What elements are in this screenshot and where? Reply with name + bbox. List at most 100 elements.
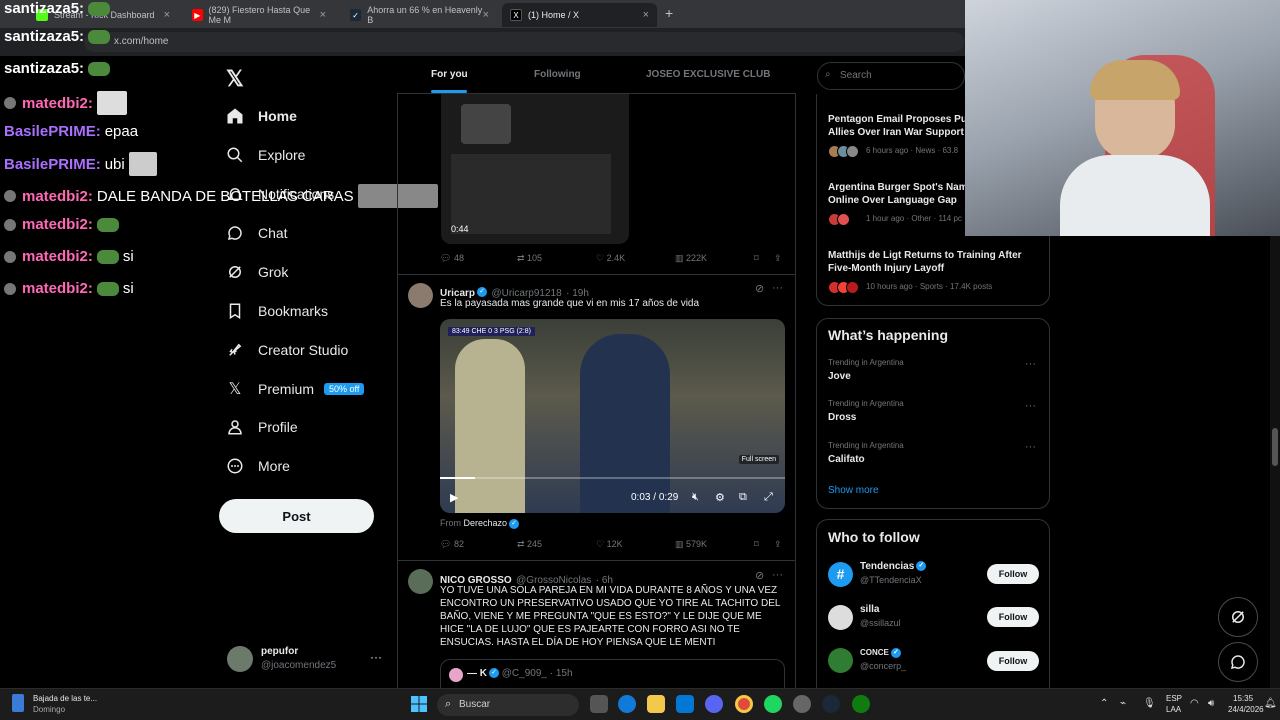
video-player[interactable]: 83:49 CHE 0 3 PSG (2:8) Full screen ▶ 0:… bbox=[440, 319, 785, 513]
browser-tab[interactable]: ✓ Ahorra un 66 % en Heavenly B × bbox=[342, 3, 497, 27]
settings-icon[interactable]: ⚙ bbox=[715, 491, 725, 504]
xbox-icon[interactable] bbox=[852, 695, 870, 713]
notification-icon[interactable]: 🔔︎ bbox=[1264, 698, 1277, 709]
folder-icon[interactable] bbox=[647, 695, 665, 713]
play-icon[interactable]: ▶ bbox=[450, 491, 458, 504]
language-indicator[interactable]: ESP bbox=[1166, 694, 1182, 703]
avatar[interactable] bbox=[408, 283, 433, 308]
account-name: pepufor bbox=[261, 646, 299, 657]
windows-start-icon[interactable] bbox=[411, 696, 427, 712]
edge-icon[interactable] bbox=[618, 695, 636, 713]
bookmark-icon[interactable]: ⌑ bbox=[754, 253, 759, 264]
nav-chat[interactable]: Chat bbox=[226, 221, 288, 245]
tab-joseo-exclusive-club[interactable]: JOSEO EXCLUSIVE CLUB bbox=[646, 69, 770, 80]
nav-profile[interactable]: Profile bbox=[226, 415, 298, 439]
nav-more[interactable]: More bbox=[226, 454, 290, 478]
follow-button[interactable]: Follow bbox=[987, 564, 1039, 584]
avatar[interactable] bbox=[828, 648, 853, 673]
fullscreen-icon[interactable]: ⤢ bbox=[764, 491, 773, 504]
post-button[interactable]: Post bbox=[219, 499, 374, 533]
more-icon[interactable]: ··· bbox=[1025, 400, 1036, 412]
more-icon[interactable]: ··· bbox=[772, 569, 783, 581]
share-icon[interactable]: ⇪ bbox=[774, 539, 782, 550]
tab-for-you[interactable]: For you bbox=[431, 69, 468, 80]
chevron-up-icon[interactable]: ⌃ bbox=[1100, 698, 1108, 709]
suggestion-name[interactable]: Tendencias ✓ bbox=[860, 561, 927, 572]
close-icon[interactable]: × bbox=[320, 9, 326, 21]
account-switcher[interactable]: pepufor @joacomendez5 ··· bbox=[227, 644, 387, 676]
nav-bookmarks[interactable]: Bookmarks bbox=[226, 299, 328, 323]
close-icon[interactable]: × bbox=[164, 9, 170, 21]
like-button[interactable]: ♡ 12K bbox=[596, 539, 623, 550]
repost-button[interactable]: ⇄ 245 bbox=[517, 539, 542, 550]
grok-icon[interactable]: ⊘ bbox=[755, 569, 764, 582]
more-icon[interactable]: ··· bbox=[772, 282, 783, 294]
more-icon[interactable]: ··· bbox=[1025, 358, 1036, 370]
avatar[interactable] bbox=[408, 569, 433, 594]
network-icon[interactable]: ⌁ bbox=[1120, 698, 1126, 709]
grok-icon[interactable]: ⊘ bbox=[755, 282, 764, 295]
nav-grok[interactable]: Grok bbox=[226, 260, 288, 284]
nav-premium[interactable]: 𝕏 Premium 50% off bbox=[226, 377, 365, 401]
premium-discount-badge: 50% off bbox=[324, 383, 365, 395]
close-icon[interactable]: × bbox=[643, 9, 649, 21]
avatar[interactable]: # bbox=[828, 562, 853, 587]
reply-button[interactable]: 💬︎ 82 bbox=[440, 539, 464, 550]
follow-button[interactable]: Follow bbox=[987, 651, 1039, 671]
media-title[interactable]: Bajada de las te... bbox=[33, 694, 97, 703]
wifi-icon[interactable]: ◠ bbox=[1190, 698, 1199, 709]
media-icon[interactable] bbox=[12, 694, 24, 712]
reply-button[interactable]: 💬︎ 48 bbox=[440, 253, 464, 264]
grok-fab-button[interactable] bbox=[1218, 597, 1258, 637]
discord-icon[interactable] bbox=[705, 695, 723, 713]
x-logo-icon[interactable]: 𝕏 bbox=[226, 66, 244, 92]
share-icon[interactable]: ⇪ bbox=[774, 253, 782, 264]
store-icon[interactable] bbox=[676, 695, 694, 713]
suggestion-name[interactable]: CONCE ✓ bbox=[860, 648, 901, 658]
news-headline[interactable]: Matthijs de Ligt Returns to Training Aft… bbox=[828, 249, 1028, 275]
trend-name[interactable]: Dross bbox=[828, 412, 856, 423]
scrollbar-thumb[interactable] bbox=[1272, 428, 1278, 466]
follow-button[interactable]: Follow bbox=[987, 607, 1039, 627]
browser-tab[interactable]: ▶ (829) Fiestero Hasta Que Me M × bbox=[184, 3, 334, 27]
volume-icon[interactable]: 🔊︎ bbox=[1208, 698, 1214, 709]
pip-icon[interactable]: ⧉ bbox=[739, 491, 747, 504]
show-more-link[interactable]: Show more bbox=[828, 485, 879, 496]
taskbar-search[interactable]: Buscar bbox=[437, 694, 579, 716]
news-meta: 10 hours ago · Sports · 17.4K posts bbox=[866, 282, 993, 291]
clock-time[interactable]: 15:35 bbox=[1233, 694, 1253, 703]
repost-button[interactable]: ⇄ 105 bbox=[517, 253, 542, 264]
suggestion-name[interactable]: silla bbox=[860, 604, 879, 615]
nav-creator-studio[interactable]: Creator Studio bbox=[226, 338, 348, 362]
search-input[interactable]: Search bbox=[817, 62, 965, 90]
trend-name[interactable]: Jove bbox=[828, 371, 851, 382]
address-bar[interactable]: x.com/home bbox=[84, 32, 964, 52]
task-view-icon[interactable] bbox=[590, 695, 608, 713]
nav-explore[interactable]: Explore bbox=[226, 143, 305, 167]
views-button[interactable]: ▥ 579K bbox=[675, 539, 707, 550]
views-button[interactable]: ▥ 222K bbox=[675, 253, 707, 264]
trend-name[interactable]: Califato bbox=[828, 454, 865, 465]
avatar[interactable] bbox=[828, 605, 853, 630]
source-name[interactable]: Derechazo bbox=[464, 518, 508, 528]
video-progress[interactable] bbox=[440, 477, 785, 479]
mute-icon[interactable]: 🔇︎ bbox=[692, 491, 699, 504]
messages-fab-button[interactable] bbox=[1218, 642, 1258, 682]
bookmark-icon[interactable]: ⌑ bbox=[754, 539, 759, 550]
quoted-tweet[interactable]: — K ✓ @C_909_ · 15h bbox=[440, 659, 785, 688]
steam-icon[interactable] bbox=[822, 695, 840, 713]
more-icon[interactable]: ··· bbox=[1025, 441, 1036, 453]
tweet-video-thumbnail[interactable] bbox=[441, 94, 629, 244]
badge-icon bbox=[4, 97, 16, 109]
new-tab-button[interactable]: + bbox=[665, 5, 673, 21]
browser-tab-active[interactable]: X (1) Home / X × bbox=[502, 3, 657, 27]
like-button[interactable]: ♡ 2.4K bbox=[596, 253, 625, 264]
settings-icon[interactable] bbox=[793, 695, 811, 713]
close-icon[interactable]: × bbox=[483, 9, 489, 21]
chrome-icon[interactable] bbox=[735, 695, 753, 713]
spotify-icon[interactable] bbox=[764, 695, 782, 713]
chat-message: matedbi2: si bbox=[4, 280, 134, 297]
mic-icon[interactable]: 🎙︎ bbox=[1143, 698, 1156, 709]
nav-home[interactable]: Home bbox=[226, 104, 297, 128]
tab-following[interactable]: Following bbox=[534, 69, 581, 80]
